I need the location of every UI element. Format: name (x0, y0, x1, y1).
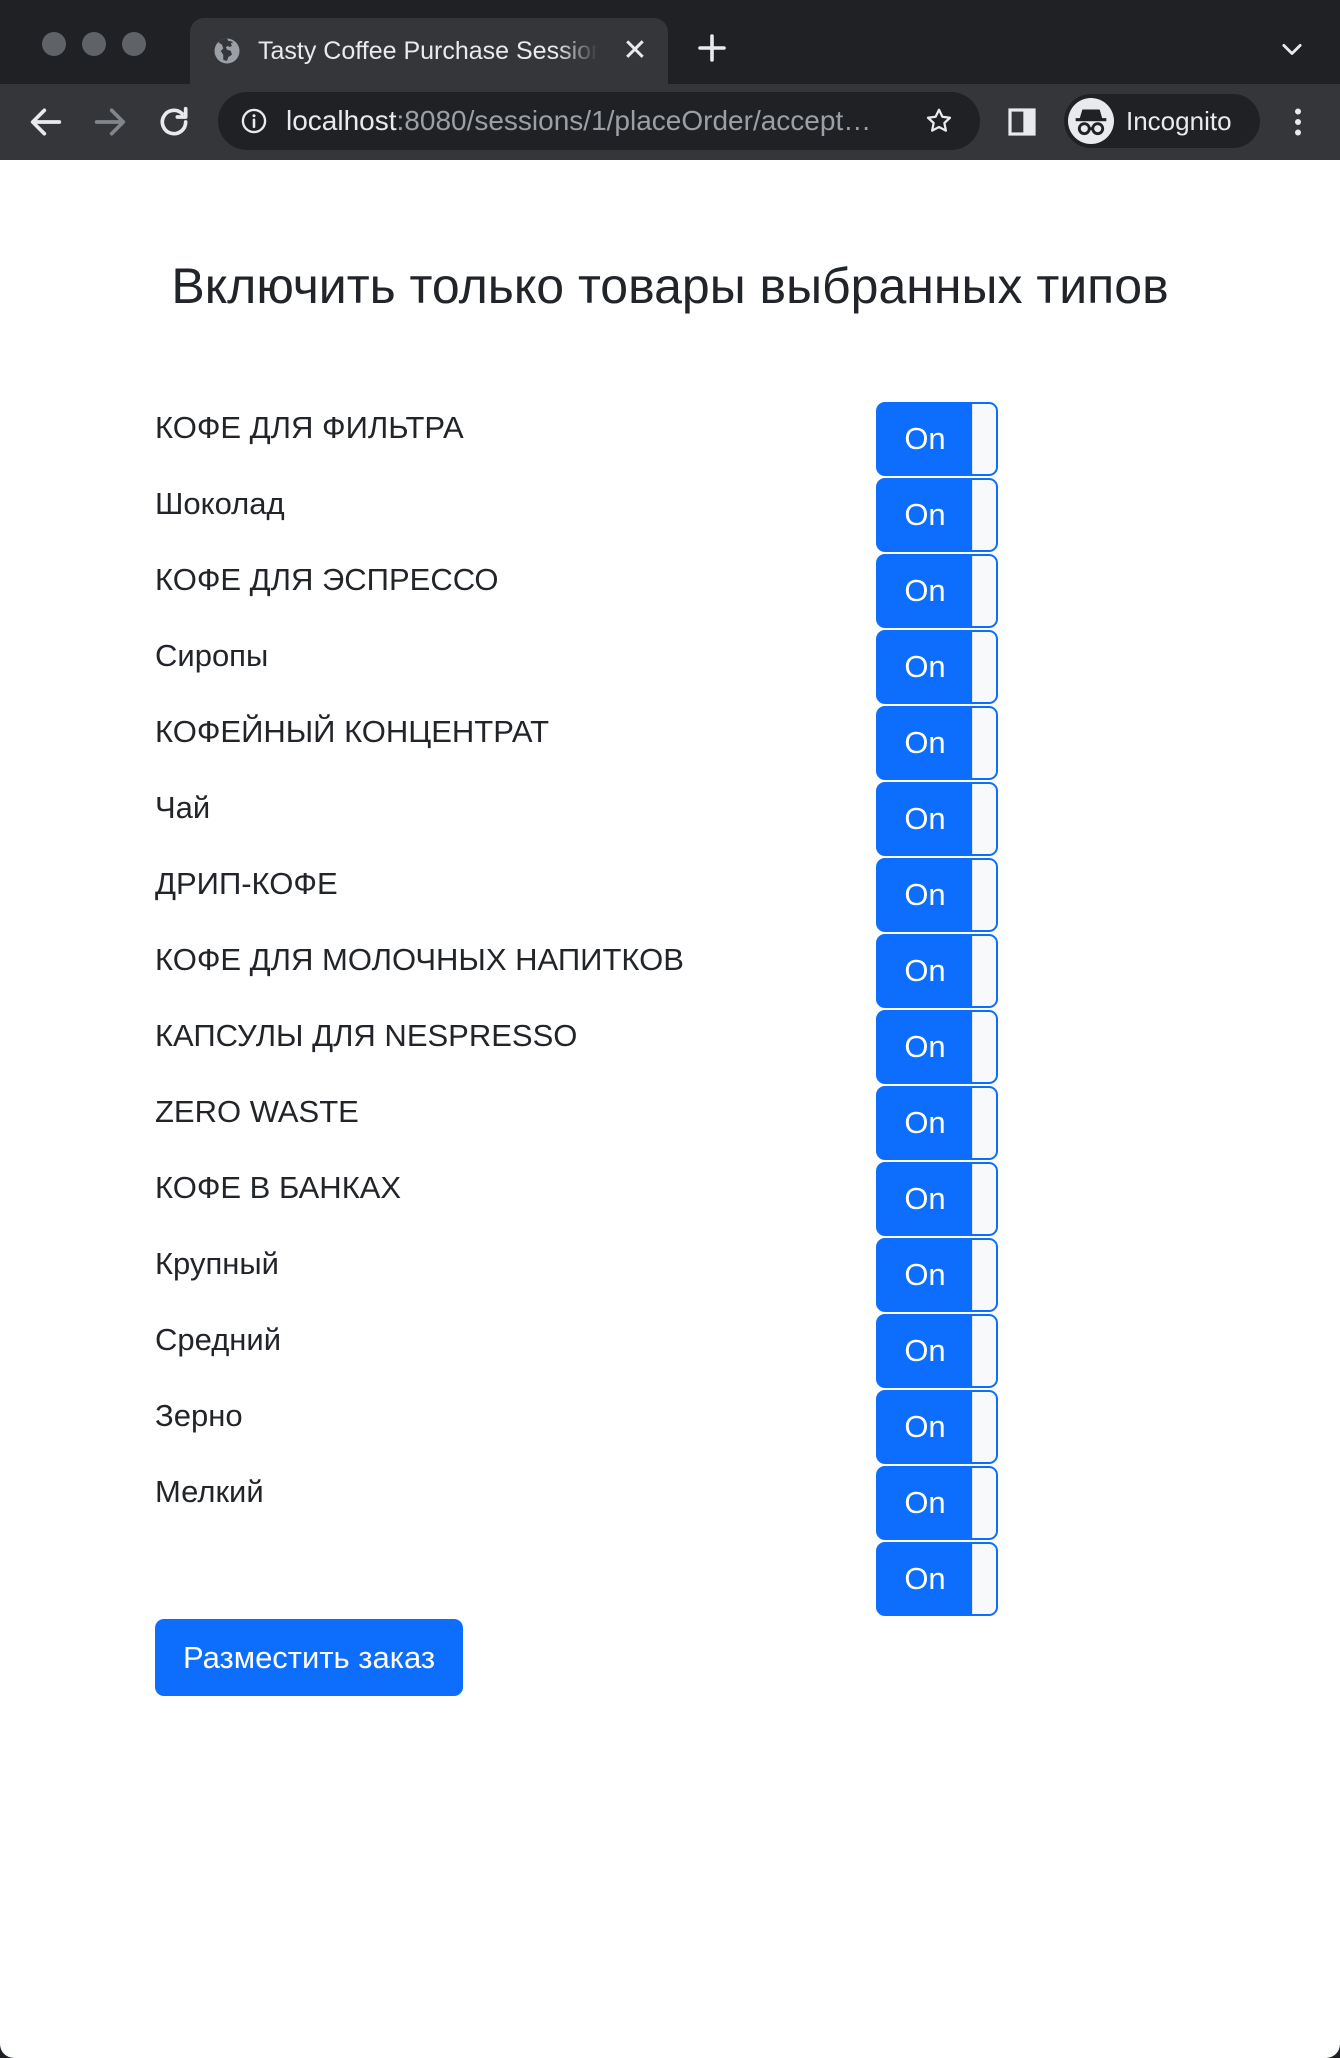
reload-icon[interactable] (154, 102, 194, 142)
side-panel-icon[interactable] (1006, 106, 1038, 138)
category-toggle[interactable]: On (876, 858, 998, 932)
address-url[interactable]: localhost:8080/sessions/1/placeOrder/acc… (286, 92, 886, 150)
category-toggle[interactable]: On (876, 554, 998, 628)
category-toggle[interactable]: On (876, 1542, 998, 1616)
category-label: КОФЕ ДЛЯ МОЛОЧНЫХ НАПИТКОВ (155, 942, 684, 977)
page-title: Включить только товары выбранных типов (171, 258, 1169, 314)
category-toggle[interactable]: On (876, 402, 998, 476)
toggle-state: On (904, 1029, 946, 1064)
category-label: КОФЕ ДЛЯ ЭСПРЕССО (155, 562, 499, 597)
url-path: :8080/sessions/1/placeOrder/accept… (396, 105, 872, 136)
close-window-button[interactable] (42, 32, 66, 56)
more-menu-icon[interactable] (1280, 104, 1316, 140)
minimize-window-button[interactable] (82, 32, 106, 56)
category-toggle[interactable]: On (876, 1010, 998, 1084)
tab-strip: Tasty Coffee Purchase Session ✕ (0, 0, 1340, 84)
category-label: КОФЕ ДЛЯ ФИЛЬТРА (155, 410, 464, 445)
category-label: Зерно (155, 1398, 243, 1433)
toggle-handle[interactable] (972, 1468, 996, 1538)
toggle-state: On (904, 1257, 946, 1292)
toggle-state: On (904, 497, 946, 532)
toggle-handle[interactable] (972, 556, 996, 626)
tab-title: Tasty Coffee Purchase Session (258, 37, 598, 65)
toggle-handle[interactable] (972, 936, 996, 1006)
toggle-state: On (904, 649, 946, 684)
category-label: Крупный (155, 1246, 279, 1281)
toggle-handle[interactable] (972, 784, 996, 854)
category-label: ZERO WASTE (155, 1094, 359, 1129)
globe-icon (214, 38, 240, 64)
place-order-button[interactable]: Разместить заказ (155, 1619, 464, 1696)
toggle-state: On (904, 725, 946, 760)
toggle-handle[interactable] (972, 1544, 996, 1614)
category-toggle[interactable]: On (876, 1314, 998, 1388)
toggle-handle[interactable] (972, 404, 996, 474)
category-toggle[interactable]: On (876, 1162, 998, 1236)
toggle-state: On (904, 1485, 946, 1520)
toggle-state: On (904, 953, 946, 988)
toggle-handle[interactable] (972, 1240, 996, 1310)
plus-icon[interactable] (694, 30, 730, 66)
category-label: Сиропы (155, 638, 269, 673)
toggle-handle[interactable] (972, 1012, 996, 1082)
category-toggle[interactable]: On (876, 1466, 998, 1540)
category-label: Средний (155, 1322, 282, 1357)
browser-toolbar: localhost:8080/sessions/1/placeOrder/acc… (0, 84, 1340, 160)
incognito-icon (1068, 98, 1114, 144)
category-toggle[interactable]: On (876, 934, 998, 1008)
category-toggle[interactable]: On (876, 1390, 998, 1464)
toggle-handle[interactable] (972, 1088, 996, 1158)
category-label: Мелкий (155, 1474, 264, 1509)
toggle-state: On (904, 1409, 946, 1444)
tab-close-icon[interactable]: ✕ (620, 36, 650, 66)
category-toggle[interactable]: On (876, 630, 998, 704)
toggle-handle[interactable] (972, 632, 996, 702)
toggle-handle[interactable] (972, 708, 996, 778)
incognito-profile-button[interactable]: Incognito (1064, 94, 1260, 148)
maximize-window-button[interactable] (122, 32, 146, 56)
toggle-state: On (904, 877, 946, 912)
toggle-handle[interactable] (972, 1316, 996, 1386)
toggle-state: On (904, 573, 946, 608)
url-host: localhost (286, 105, 397, 136)
category-label: ДРИП-КОФЕ (155, 866, 338, 901)
toggle-state: On (904, 1561, 946, 1596)
address-bar[interactable]: localhost:8080/sessions/1/placeOrder/acc… (218, 92, 980, 150)
back-arrow-icon[interactable] (26, 102, 66, 142)
incognito-label: Incognito (1126, 106, 1232, 136)
category-toggle[interactable]: On (876, 706, 998, 780)
toggle-state: On (904, 1333, 946, 1368)
category-toggle[interactable]: On (876, 1238, 998, 1312)
toggle-handle[interactable] (972, 1164, 996, 1234)
info-icon[interactable] (240, 107, 268, 135)
toggle-state: On (904, 1105, 946, 1140)
forward-arrow-icon[interactable] (90, 102, 130, 142)
category-label: Чай (155, 790, 211, 825)
toggle-state: On (904, 421, 946, 456)
category-toggle[interactable]: On (876, 1086, 998, 1160)
category-label: КАПСУЛЫ ДЛЯ NESPRESSO (155, 1018, 578, 1053)
browser-window: Tasty Coffee Purchase Session ✕ localhos… (0, 0, 1340, 2058)
bookmark-star-icon[interactable] (924, 106, 954, 136)
chevron-down-icon[interactable] (1278, 36, 1306, 64)
category-label: КОФЕЙНЫЙ КОНЦЕНТРАТ (155, 714, 550, 749)
toggle-state: On (904, 801, 946, 836)
category-toggle[interactable]: On (876, 478, 998, 552)
toggle-handle[interactable] (972, 860, 996, 930)
active-tab[interactable]: Tasty Coffee Purchase Session ✕ (190, 18, 668, 84)
category-label: КОФЕ В БАНКАХ (155, 1170, 402, 1205)
page-content: Включить только товары выбранных типов К… (0, 160, 1340, 2058)
category-toggle[interactable]: On (876, 782, 998, 856)
category-label: Шоколад (155, 486, 285, 521)
toggle-handle[interactable] (972, 1392, 996, 1462)
toggle-handle[interactable] (972, 480, 996, 550)
toggle-state: On (904, 1181, 946, 1216)
